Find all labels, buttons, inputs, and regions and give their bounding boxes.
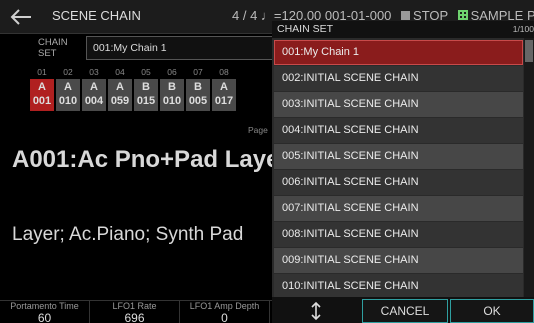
chain-set-label: CHAIN SET <box>38 37 68 59</box>
chain-step[interactable]: 01 A 001 <box>30 66 54 111</box>
chain-set-popup: CHAIN SET 1/100 001:My Chain 1 002:INITI… <box>272 21 534 323</box>
chain-step[interactable]: 04 A 059 <box>108 66 132 111</box>
scrollbar-thumb[interactable] <box>525 40 533 62</box>
page-label: Page <box>248 125 268 135</box>
step-bank: A <box>116 81 124 93</box>
step-program: 015 <box>136 95 156 107</box>
parameter-bar: Portamento Time 60 LFO1 Rate 696 LFO1 Am… <box>0 300 280 323</box>
step-number: 06 <box>167 67 177 77</box>
cancel-button[interactable]: CANCEL <box>362 299 448 323</box>
chain-step[interactable]: 08 A 017 <box>212 66 236 111</box>
param-portamento-time[interactable]: Portamento Time 60 <box>0 301 90 323</box>
param-value: 60 <box>37 311 52 323</box>
back-button[interactable] <box>0 0 40 34</box>
chain-step[interactable]: 05 B 015 <box>134 66 158 111</box>
step-bank: A <box>220 81 228 93</box>
param-value: 696 <box>124 311 145 323</box>
list-item[interactable]: 003:INITIAL SCENE CHAIN <box>274 92 523 117</box>
step-program: 005 <box>188 95 208 107</box>
scene-layers: Layer; Ac.Piano; Synth Pad <box>12 224 244 245</box>
list-item[interactable]: 006:INITIAL SCENE CHAIN <box>274 170 523 195</box>
scene-name: A001:Ac Pno+Pad Layer <box>12 146 289 173</box>
scrollbar[interactable] <box>524 38 534 297</box>
list-item[interactable]: 010:INITIAL SCENE CHAIN <box>274 274 523 299</box>
time-signature: 4 / 4 <box>232 8 258 23</box>
list-item[interactable]: 008:INITIAL SCENE CHAIN <box>274 222 523 247</box>
step-bank: A <box>38 81 46 93</box>
list-item[interactable]: 007:INITIAL SCENE CHAIN <box>274 196 523 221</box>
popup-page-indicator: 1/100 <box>512 24 534 34</box>
step-number: 03 <box>89 67 99 77</box>
step-program: 001 <box>32 95 52 107</box>
chain-step[interactable]: 06 B 010 <box>160 66 184 111</box>
jump-button[interactable] <box>274 299 358 323</box>
popup-footer: CANCEL OK <box>272 297 534 323</box>
step-program: 010 <box>58 95 78 107</box>
step-program: 059 <box>110 95 130 107</box>
param-lfo1-amp-depth[interactable]: LFO1 Amp Depth 0 <box>180 301 270 323</box>
step-number: 07 <box>193 67 203 77</box>
step-bank: B <box>142 81 150 93</box>
list-item[interactable]: 009:INITIAL SCENE CHAIN <box>274 248 523 273</box>
list-item[interactable]: 004:INITIAL SCENE CHAIN <box>274 118 523 143</box>
param-value: 0 <box>221 311 228 323</box>
step-bank: A <box>64 81 72 93</box>
step-bank: A <box>90 81 98 93</box>
grid-icon <box>457 10 468 20</box>
stop-icon <box>401 11 411 20</box>
chain-set-field[interactable]: 001:My Chain 1 <box>86 36 276 60</box>
step-program: 010 <box>162 95 182 107</box>
step-number: 02 <box>63 67 73 77</box>
step-number: 01 <box>37 67 47 77</box>
step-bank: B <box>194 81 202 93</box>
step-number: 04 <box>115 67 125 77</box>
chain-step[interactable]: 07 B 005 <box>186 66 210 111</box>
step-number: 08 <box>219 67 229 77</box>
popup-title: CHAIN SET <box>277 23 334 35</box>
ok-button[interactable]: OK <box>450 299 534 323</box>
left-arrow-icon <box>10 9 31 25</box>
step-number: 05 <box>141 67 151 77</box>
up-down-arrow-icon <box>311 301 321 321</box>
list-item[interactable]: 001:My Chain 1 <box>274 40 523 65</box>
chain-step[interactable]: 02 A 010 <box>56 66 80 111</box>
screen-title: SCENE CHAIN <box>52 8 141 23</box>
step-bank: B <box>168 81 176 93</box>
popup-header: CHAIN SET 1/100 <box>272 21 534 38</box>
step-program: 004 <box>84 95 104 107</box>
chain-step[interactable]: 03 A 004 <box>82 66 106 111</box>
param-lfo1-rate[interactable]: LFO1 Rate 696 <box>90 301 180 323</box>
step-program: 017 <box>214 95 234 107</box>
list-item[interactable]: 005:INITIAL SCENE CHAIN <box>274 144 523 169</box>
list-item[interactable]: 002:INITIAL SCENE CHAIN <box>274 66 523 91</box>
